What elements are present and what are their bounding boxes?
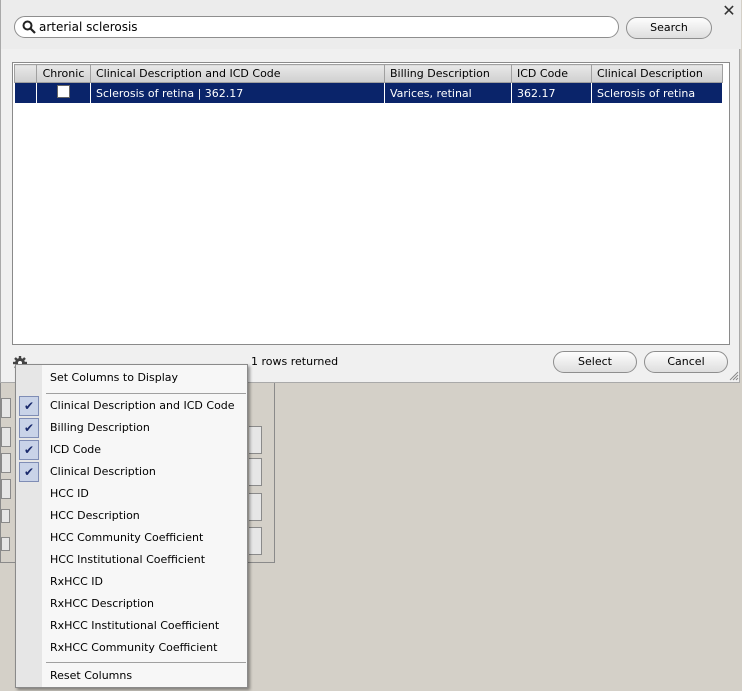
column-header-clinical-icd[interactable]: Clinical Description and ICD Code xyxy=(90,64,385,83)
menu-item-label: HCC Description xyxy=(50,509,140,522)
check-icon: ✔ xyxy=(19,462,39,482)
row-indicator xyxy=(14,82,37,104)
menu-item-label: HCC Institutional Coefficient xyxy=(50,553,206,566)
column-header-icd-code[interactable]: ICD Code xyxy=(511,64,592,83)
menu-item-column[interactable]: HCC Description xyxy=(16,505,247,527)
search-input[interactable] xyxy=(39,18,609,36)
menu-item-column[interactable]: ✔ Clinical Description and ICD Code xyxy=(16,395,247,417)
column-header-clinical[interactable]: Clinical Description xyxy=(591,64,723,83)
background-button[interactable] xyxy=(249,493,262,521)
search-icon xyxy=(22,20,36,34)
menu-item-column[interactable]: ✔ Billing Description xyxy=(16,417,247,439)
results-table: Chronic Clinical Description and ICD Cod… xyxy=(14,64,723,104)
billing-cell: Varices, retinal xyxy=(384,82,512,104)
menu-title: Set Columns to Display xyxy=(50,371,178,384)
background-button[interactable] xyxy=(1,479,11,499)
background-button[interactable] xyxy=(249,426,262,454)
menu-item-column[interactable]: RxHCC Description xyxy=(16,593,247,615)
table-row[interactable]: Sclerosis of retina | 362.17 Varices, re… xyxy=(14,82,723,104)
column-header-billing[interactable]: Billing Description xyxy=(384,64,512,83)
rows-returned-text: 1 rows returned xyxy=(251,355,339,368)
diagnosis-search-dialog: Search ✕ Chronic Clinical Description an… xyxy=(0,0,741,383)
background-button[interactable] xyxy=(249,527,262,555)
menu-separator xyxy=(46,393,246,394)
table-header: Chronic Clinical Description and ICD Cod… xyxy=(14,64,723,83)
background-spinner[interactable] xyxy=(1,509,10,523)
chronic-cell xyxy=(36,82,91,104)
menu-item-label: ICD Code xyxy=(50,443,102,456)
close-icon[interactable]: ✕ xyxy=(721,3,737,19)
clinical-cell: Sclerosis of retina xyxy=(591,82,723,104)
select-button[interactable]: Select xyxy=(553,351,637,373)
menu-item-label: Clinical Description and ICD Code xyxy=(50,399,235,412)
background-spinner[interactable] xyxy=(1,537,10,551)
menu-item-column[interactable]: RxHCC Community Coefficient xyxy=(16,637,247,659)
reset-columns-item[interactable]: Reset Columns xyxy=(16,665,247,687)
menu-item-label: HCC Community Coefficient xyxy=(50,531,204,544)
menu-item-label: RxHCC Description xyxy=(50,597,154,610)
column-header-chronic[interactable]: Chronic xyxy=(36,64,91,83)
menu-item-column[interactable]: HCC Institutional Coefficient xyxy=(16,549,247,571)
menu-item-label: Billing Description xyxy=(50,421,150,434)
check-icon: ✔ xyxy=(19,396,39,416)
background-button[interactable] xyxy=(1,453,11,473)
menu-item-label: HCC ID xyxy=(50,487,89,500)
menu-item-column[interactable]: HCC Community Coefficient xyxy=(16,527,247,549)
menu-item-label: RxHCC ID xyxy=(50,575,103,588)
check-icon: ✔ xyxy=(19,440,39,460)
menu-item-column[interactable]: ✔ ICD Code xyxy=(16,439,247,461)
search-button[interactable]: Search xyxy=(626,17,712,39)
column-chooser-menu: Set Columns to Display ✔ Clinical Descrip… xyxy=(15,364,248,688)
menu-item-column[interactable]: RxHCC Institutional Coefficient xyxy=(16,615,247,637)
menu-item-label: Clinical Description xyxy=(50,465,156,478)
check-icon: ✔ xyxy=(19,418,39,438)
resize-grip-icon[interactable] xyxy=(728,370,739,381)
search-field[interactable] xyxy=(14,16,619,38)
chronic-checkbox[interactable] xyxy=(57,85,70,98)
cancel-button[interactable]: Cancel xyxy=(644,351,728,373)
background-button[interactable] xyxy=(249,458,262,486)
icd-code-cell: 362.17 xyxy=(511,82,592,104)
menu-item-label: RxHCC Community Coefficient xyxy=(50,641,218,654)
menu-item-column[interactable]: HCC ID xyxy=(16,483,247,505)
column-header-blank xyxy=(14,64,37,83)
background-button[interactable] xyxy=(1,427,11,447)
background-button[interactable] xyxy=(1,398,11,418)
search-bar-area: Search ✕ xyxy=(1,0,741,49)
menu-separator xyxy=(46,662,246,663)
clinical-icd-cell: Sclerosis of retina | 362.17 xyxy=(90,82,385,104)
menu-item-column[interactable]: ✔ Clinical Description xyxy=(16,461,247,483)
menu-item-label: RxHCC Institutional Coefficient xyxy=(50,619,220,632)
menu-item-column[interactable]: RxHCC ID xyxy=(16,571,247,593)
results-grid: Chronic Clinical Description and ICD Cod… xyxy=(12,62,730,345)
